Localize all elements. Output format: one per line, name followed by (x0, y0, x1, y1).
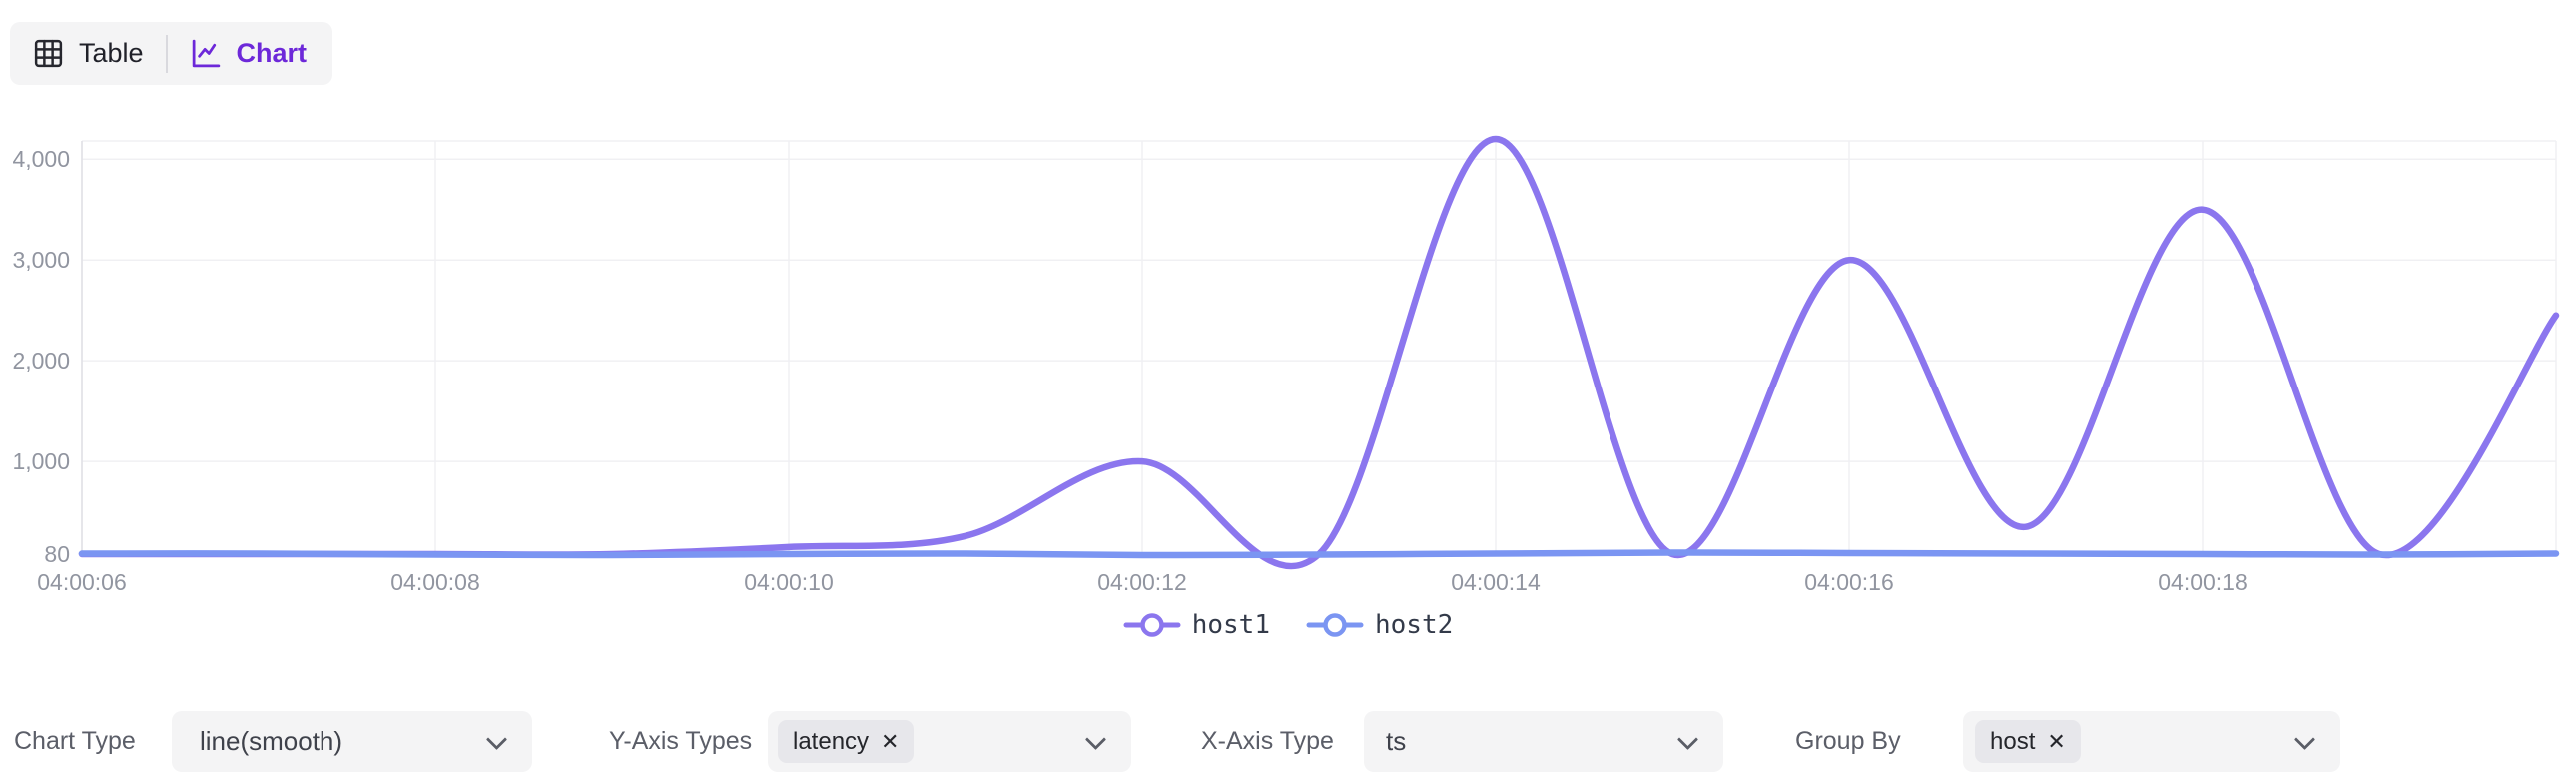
chart-type-select[interactable]: line(smooth) (172, 711, 532, 772)
legend-label: host1 (1192, 610, 1270, 640)
group-by-label: Group By (1795, 711, 1901, 772)
chart-explorer-view: Table Chart 801,0002,0003,0004,00004:00:… (0, 0, 2576, 773)
y-axis-tag-text: latency (793, 728, 869, 756)
x-axis-type-value: ts (1386, 726, 1406, 757)
y-axis-types-label: Y-Axis Types (609, 711, 752, 772)
x-axis-type-select[interactable]: ts (1364, 711, 1723, 772)
chevron-down-icon (486, 729, 507, 750)
x-axis-tick-label: 04:00:08 (390, 569, 480, 595)
legend-marker-icon (1306, 610, 1364, 640)
legend-label: host2 (1375, 610, 1453, 640)
x-axis-tick-label: 04:00:16 (1804, 569, 1894, 595)
chevron-down-icon (2294, 729, 2315, 750)
y-axis-tag: latency ✕ (778, 720, 914, 763)
y-axis-tick-label: 3,000 (12, 247, 70, 273)
group-by-select[interactable]: host ✕ (1963, 711, 2340, 772)
x-axis-tick-label: 04:00:10 (744, 569, 834, 595)
y-axis-tick-label: 4,000 (12, 146, 70, 172)
series-line-host2 (82, 552, 2556, 555)
legend-marker-icon (1123, 610, 1181, 640)
x-axis-tick-label: 04:00:12 (1097, 569, 1187, 595)
x-axis-tick-label: 04:00:06 (37, 569, 127, 595)
y-axis-tick-label: 80 (44, 541, 70, 567)
y-axis-tick-label: 2,000 (12, 348, 70, 374)
chevron-down-icon (1085, 729, 1106, 750)
y-axis-tick-label: 1,000 (12, 448, 70, 474)
remove-tag-icon[interactable]: ✕ (2047, 731, 2065, 753)
chart-legend: host1 host2 (0, 610, 2576, 640)
x-axis-type-label: X-Axis Type (1201, 711, 1334, 772)
group-by-tag: host ✕ (1975, 720, 2081, 763)
legend-item-host1[interactable]: host1 (1123, 610, 1270, 640)
line-chart-canvas[interactable]: 80 1,000 2,000 3,000 4,000 04:00:06 04:00:08 04… (0, 0, 2576, 605)
x-axis-tick-label: 04:00:18 (2158, 569, 2248, 595)
legend-item-host2[interactable]: host2 (1306, 610, 1453, 640)
series-line-host1 (82, 139, 2556, 566)
remove-tag-icon[interactable]: ✕ (881, 731, 899, 753)
group-by-tag-text: host (1990, 728, 2035, 756)
x-axis-tick-label: 04:00:14 (1451, 569, 1541, 595)
y-axis-types-select[interactable]: latency ✕ (768, 711, 1131, 772)
chart-type-label: Chart Type (14, 711, 136, 772)
chevron-down-icon (1677, 729, 1698, 750)
chart-type-value: line(smooth) (200, 726, 342, 757)
